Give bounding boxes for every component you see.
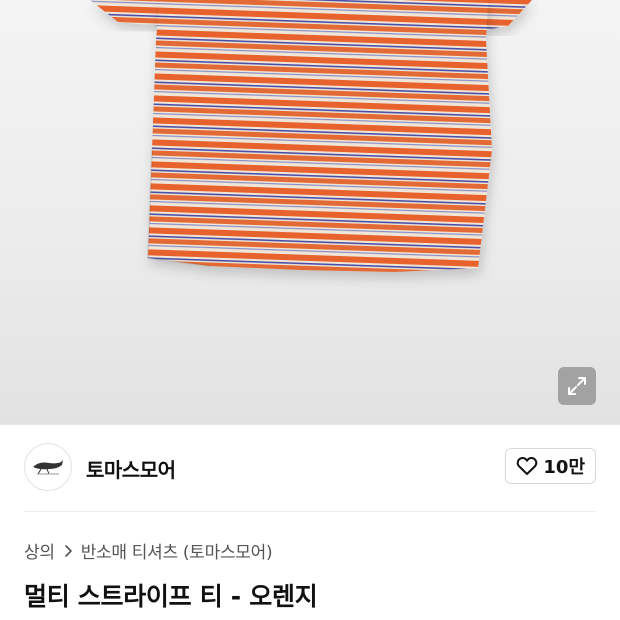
breadcrumb-category[interactable]: 상의	[24, 538, 55, 563]
expand-image-button[interactable]	[558, 367, 596, 405]
brand-row: 토마스모어 10만	[24, 443, 596, 491]
whale-logo-icon	[33, 460, 63, 475]
section-divider	[24, 511, 596, 512]
product-title: 멀티 스트라이프 티 - 오렌지	[24, 582, 318, 611]
expand-arrows-icon	[568, 377, 586, 395]
product-image[interactable]	[0, 0, 620, 424]
like-count: 10만	[543, 457, 585, 478]
section-divider	[0, 424, 620, 425]
product-image-area[interactable]	[0, 0, 620, 424]
breadcrumb: 상의 반소매 티셔츠 (토마스모어)	[24, 538, 273, 563]
like-button[interactable]: 10만	[505, 448, 596, 484]
chevron-right-icon	[63, 544, 73, 558]
brand-name[interactable]: 토마스모어	[86, 454, 176, 483]
heart-outline-icon	[517, 456, 538, 475]
breadcrumb-subcategory[interactable]: 반소매 티셔츠 (토마스모어)	[81, 538, 273, 563]
brand-logo[interactable]	[24, 443, 72, 491]
